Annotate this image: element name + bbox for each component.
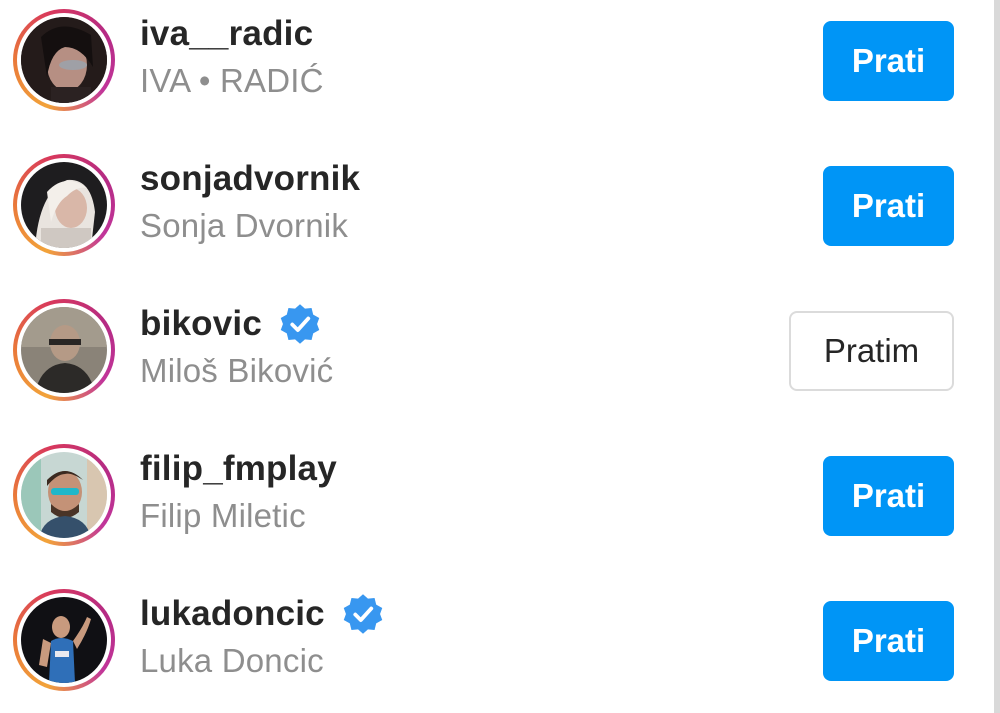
username-link[interactable]: sonjadvornik bbox=[140, 159, 360, 199]
verified-badge-icon bbox=[278, 302, 322, 346]
full-name: Miloš Biković bbox=[140, 352, 334, 389]
avatar-photo-icon bbox=[21, 597, 107, 683]
list-item: lukadoncic Luka Doncic Prati bbox=[0, 580, 990, 700]
story-ring[interactable] bbox=[13, 444, 115, 546]
avatar[interactable] bbox=[21, 17, 107, 103]
avatar-photo-icon bbox=[21, 307, 107, 393]
story-ring[interactable] bbox=[13, 299, 115, 401]
following-button[interactable]: Pratim bbox=[789, 311, 954, 391]
username-link[interactable]: filip_fmplay bbox=[140, 449, 337, 489]
follow-button[interactable]: Prati bbox=[823, 456, 954, 536]
list-item: bikovic Miloš Biković Pratim bbox=[0, 290, 990, 410]
full-name: Sonja Dvornik bbox=[140, 207, 349, 244]
story-ring[interactable] bbox=[13, 154, 115, 256]
username-link[interactable]: lukadoncic bbox=[140, 594, 325, 634]
suggested-accounts-list: iva__radic IVA • RADIĆ Prati sonjadvorni… bbox=[0, 0, 1000, 713]
username-link[interactable]: iva__radic bbox=[140, 14, 313, 54]
avatar[interactable] bbox=[21, 162, 107, 248]
list-item: sonjadvornik Sonja Dvornik Prati bbox=[0, 145, 990, 265]
scrollbar-track[interactable] bbox=[994, 0, 1000, 713]
follow-button[interactable]: Prati bbox=[823, 21, 954, 101]
full-name: IVA • RADIĆ bbox=[140, 62, 324, 99]
follow-button[interactable]: Prati bbox=[823, 601, 954, 681]
avatar[interactable] bbox=[21, 597, 107, 683]
list-item: iva__radic IVA • RADIĆ Prati bbox=[0, 0, 990, 120]
avatar-photo-icon bbox=[21, 162, 107, 248]
avatar[interactable] bbox=[21, 307, 107, 393]
follow-button[interactable]: Prati bbox=[823, 166, 954, 246]
avatar-photo-icon bbox=[21, 17, 107, 103]
username-link[interactable]: bikovic bbox=[140, 304, 262, 344]
story-ring[interactable] bbox=[13, 9, 115, 111]
avatar-photo-icon bbox=[21, 452, 107, 538]
full-name: Filip Miletic bbox=[140, 497, 306, 534]
story-ring[interactable] bbox=[13, 589, 115, 691]
verified-badge-icon bbox=[341, 592, 385, 636]
list-item: filip_fmplay Filip Miletic Prati bbox=[0, 435, 990, 555]
full-name: Luka Doncic bbox=[140, 642, 324, 679]
avatar[interactable] bbox=[21, 452, 107, 538]
